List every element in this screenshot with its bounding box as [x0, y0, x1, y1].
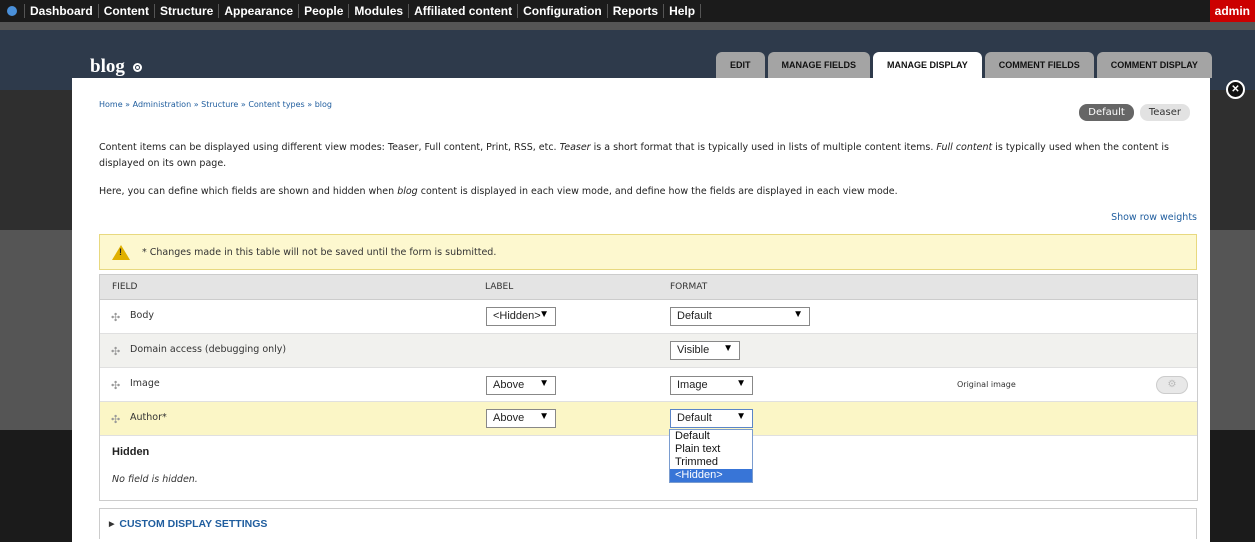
drupal-icon[interactable]	[0, 0, 24, 22]
warning-text: * Changes made in this table will not be…	[142, 246, 497, 258]
menu-configuration[interactable]: Configuration	[517, 4, 607, 18]
menu-modules[interactable]: Modules	[348, 4, 408, 18]
warning-icon	[112, 244, 130, 260]
field-name: Domain access (debugging only)	[130, 344, 287, 355]
tab-manage-fields[interactable]: MANAGE FIELDS	[767, 52, 871, 78]
format-summary: Original image	[957, 380, 1016, 389]
admin-toolbar: Dashboard Content Structure Appearance P…	[0, 0, 1255, 30]
table-row-author: ✣ Author* Above ▼ Default ▼	[100, 402, 1197, 436]
gear-icon[interactable]: ⚙	[1156, 376, 1188, 394]
dropdown-arrow-icon: ▼	[723, 343, 733, 354]
page-title-text: blog	[90, 56, 125, 77]
desc-text: Here, you can define which fields are sh…	[99, 186, 398, 197]
menu-affiliated-content[interactable]: Affiliated content	[408, 4, 517, 18]
hidden-region-empty-text: No field is hidden.	[112, 474, 198, 485]
dropdown-arrow-icon: ▼	[736, 378, 746, 389]
tab-comment-fields[interactable]: COMMENT FIELDS	[984, 52, 1094, 78]
description-paragraph-2: Here, you can define which fields are sh…	[99, 184, 1199, 200]
dropdown-arrow-icon: ▼	[539, 378, 549, 389]
tab-comment-display[interactable]: COMMENT DISPLAY	[1096, 52, 1212, 78]
table-row-body: ✣ Body <Hidden> ▼ Default ▼	[100, 300, 1197, 334]
menu-people[interactable]: People	[298, 4, 348, 18]
dropdown-option[interactable]: Plain text	[670, 443, 752, 456]
hidden-region: Hidden No field is hidden.	[100, 436, 1197, 500]
field-display-table: FIELD LABEL FORMAT ✣ Body <Hidden> ▼ Defa…	[99, 274, 1198, 501]
desc-text: content is displayed in each view mode, …	[417, 186, 898, 197]
desc-text: Content items can be displayed using dif…	[99, 142, 560, 153]
warning-message: * Changes made in this table will not be…	[99, 234, 1197, 270]
caret-right-icon: ▶	[109, 521, 115, 528]
column-header-label: LABEL	[485, 282, 514, 292]
select-value: Image	[677, 379, 708, 391]
desc-text: is a short format that is typically used…	[590, 142, 937, 153]
show-row-weights-link[interactable]: Show row weights	[1111, 212, 1197, 223]
menu-reports[interactable]: Reports	[606, 4, 663, 18]
custom-display-settings-label: CUSTOM DISPLAY SETTINGS	[119, 518, 268, 530]
description-paragraph-1: Content items can be displayed using dif…	[99, 140, 1199, 172]
dropdown-arrow-icon: ▼	[736, 411, 746, 422]
view-mode-default[interactable]: Default	[1079, 104, 1134, 121]
select-value: <Hidden>	[493, 310, 541, 322]
table-row-image: ✣ Image Above ▼ Image ▼ Original image ⚙	[100, 368, 1197, 402]
close-icon[interactable]: ✕	[1226, 80, 1245, 99]
dropdown-arrow-icon: ▼	[539, 309, 549, 320]
desc-emphasis: Teaser	[559, 142, 591, 153]
dropdown-option-highlighted[interactable]: <Hidden>	[670, 469, 752, 482]
select-value: Visible	[677, 344, 710, 356]
table-header: FIELD LABEL FORMAT	[100, 275, 1197, 300]
select-value: Default	[677, 412, 712, 424]
drag-handle-icon[interactable]: ✣	[111, 345, 120, 358]
dropdown-option[interactable]: Trimmed	[670, 456, 752, 469]
hidden-region-title: Hidden	[112, 446, 150, 458]
overlay-content-panel: Home » Administration » Structure » Cont…	[72, 78, 1210, 542]
desc-emphasis: Full content	[936, 142, 993, 153]
user-account-link[interactable]: admin	[1209, 0, 1255, 22]
format-select[interactable]: Default ▼	[670, 409, 753, 428]
format-select[interactable]: Default ▼	[670, 307, 810, 326]
breadcrumb[interactable]: Home » Administration » Structure » Cont…	[99, 100, 332, 109]
format-select[interactable]: Visible ▼	[670, 341, 740, 360]
menu-dashboard[interactable]: Dashboard	[24, 4, 98, 18]
dropdown-arrow-icon: ▼	[539, 411, 549, 422]
custom-display-settings-toggle[interactable]: ▶ CUSTOM DISPLAY SETTINGS	[99, 508, 1197, 539]
primary-tabs: EDIT MANAGE FIELDS MANAGE DISPLAY COMMEN…	[716, 52, 1212, 78]
page-title: blog	[90, 56, 142, 78]
dropdown-option[interactable]: Default	[670, 430, 752, 443]
menu-help[interactable]: Help	[663, 4, 702, 18]
drag-handle-icon[interactable]: ✣	[111, 413, 120, 426]
view-mode-tabs: Default Teaser	[1079, 104, 1190, 121]
column-header-field: FIELD	[112, 282, 138, 292]
drag-handle-icon[interactable]: ✣	[111, 379, 120, 392]
menu-structure[interactable]: Structure	[154, 4, 218, 18]
field-name: Body	[130, 310, 154, 321]
label-select[interactable]: <Hidden> ▼	[486, 307, 556, 326]
desc-emphasis: blog	[397, 186, 418, 197]
format-dropdown-list: Default Plain text Trimmed <Hidden>	[669, 429, 753, 483]
shortcut-icon[interactable]	[132, 62, 142, 72]
label-select[interactable]: Above ▼	[486, 409, 556, 428]
label-select[interactable]: Above ▼	[486, 376, 556, 395]
tab-manage-display[interactable]: MANAGE DISPLAY	[873, 52, 982, 78]
select-value: Above	[493, 412, 525, 424]
table-row-domain-access: ✣ Domain access (debugging only) Visible…	[100, 334, 1197, 368]
select-value: Above	[493, 379, 525, 391]
view-mode-teaser[interactable]: Teaser	[1139, 104, 1190, 121]
tab-edit[interactable]: EDIT	[716, 52, 765, 78]
field-name: Image	[130, 378, 160, 389]
menu-appearance[interactable]: Appearance	[218, 4, 298, 18]
select-value: Default	[677, 310, 712, 322]
field-name: Author*	[130, 412, 167, 423]
column-header-format: FORMAT	[670, 282, 708, 292]
dropdown-arrow-icon: ▼	[793, 309, 803, 320]
drag-handle-icon[interactable]: ✣	[111, 311, 120, 324]
format-select[interactable]: Image ▼	[670, 376, 753, 395]
menu-content[interactable]: Content	[97, 4, 154, 18]
